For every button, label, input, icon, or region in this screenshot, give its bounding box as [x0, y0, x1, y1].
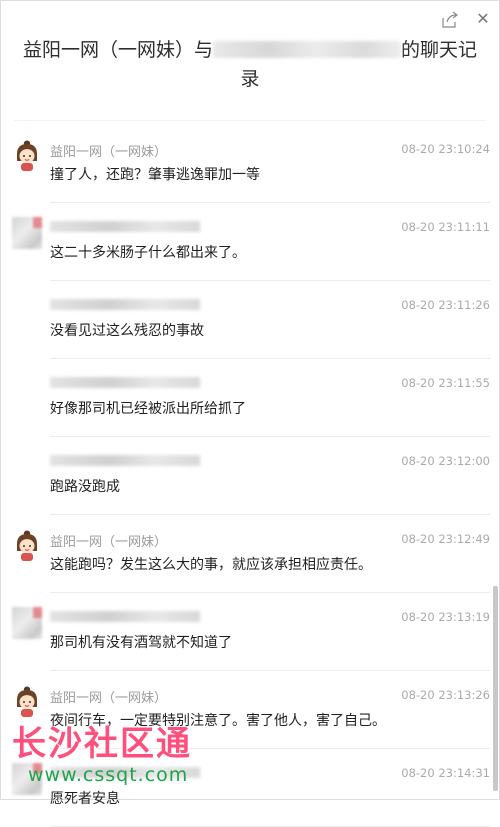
- close-button[interactable]: ✕: [474, 10, 492, 28]
- close-icon: ✕: [476, 9, 490, 28]
- message-text: 这二十多米肠子什么都出来了。: [50, 245, 246, 261]
- header-divider: [14, 120, 486, 121]
- message-item: 08-20 23:11:11 这二十多米肠子什么都出来了。: [0, 203, 500, 281]
- message-text: 跑路没跑成: [50, 479, 120, 495]
- avatar-icon: [13, 139, 41, 171]
- watermark-text: 长沙社区通: [12, 724, 192, 764]
- message-item: 08-20 23:12:00 跑路没跑成: [0, 437, 500, 515]
- redacted-sender-name: [50, 377, 200, 388]
- message-item: 08-20 23:11:26 没看见过这么残忍的事故: [0, 281, 500, 359]
- message-time: 08-20 23:12:00: [401, 454, 490, 468]
- message-text: 好像那司机已经被派出所给抓了: [50, 401, 246, 417]
- message-text: 那司机有没有酒驾就不知道了: [50, 635, 232, 651]
- share-button[interactable]: [440, 11, 460, 29]
- page-title: 益阳一网（一网妹）与 的聊天记录: [20, 36, 480, 94]
- message-time: 08-20 23:12:49: [401, 532, 490, 546]
- sender-name: 益阳一网（一网妹）: [50, 691, 168, 706]
- redacted-sender-name: [50, 455, 200, 466]
- message-item: 08-20 23:11:55 好像那司机已经被派出所给抓了: [0, 359, 500, 437]
- message-item: 益阳一网（一网妹） 08-20 23:10:24 撞了人，还跑？肇事逃逸罪加一等: [0, 125, 500, 203]
- message-item: 益阳一网（一网妹） 08-20 23:12:49 这能跑吗？发生这么大的事，就应该承…: [0, 515, 500, 593]
- scrollbar[interactable]: [493, 586, 498, 791]
- blurred-avatar-icon: [12, 607, 42, 639]
- message-time: 08-20 23:11:55: [401, 376, 490, 390]
- message-time: 08-20 23:11:11: [401, 220, 490, 234]
- share-icon: [442, 11, 458, 28]
- message-time: 08-20 23:13:19: [401, 610, 490, 624]
- avatar-icon: [13, 685, 41, 717]
- redacted-contact-name: [213, 41, 401, 58]
- blurred-avatar-icon: [12, 217, 42, 249]
- sender-name: 益阳一网（一网妹）: [50, 145, 168, 160]
- redacted-sender-name: [50, 611, 200, 622]
- watermark-url: www.cssqt.com: [28, 764, 189, 786]
- message-time: 08-20 23:14:31: [401, 766, 490, 780]
- avatar-icon: [13, 529, 41, 561]
- sender-name: 益阳一网（一网妹）: [50, 535, 168, 550]
- title-prefix: 益阳一网（一网妹）与: [22, 39, 213, 61]
- message-text: 这能跑吗？发生这么大的事，就应该承担相应责任。: [50, 557, 372, 573]
- message-item: 08-20 23:13:19 那司机有没有酒驾就不知道了: [0, 593, 500, 671]
- message-text: 撞了人，还跑？肇事逃逸罪加一等: [50, 167, 260, 183]
- message-text: 没看见过这么残忍的事故: [50, 323, 204, 339]
- redacted-sender-name: [50, 221, 200, 232]
- redacted-sender-name: [50, 299, 200, 310]
- message-time: 08-20 23:11:26: [401, 298, 490, 312]
- message-time: 08-20 23:10:24: [401, 142, 490, 156]
- message-time: 08-20 23:13:26: [401, 688, 490, 702]
- message-text: 愿死者安息: [50, 791, 120, 807]
